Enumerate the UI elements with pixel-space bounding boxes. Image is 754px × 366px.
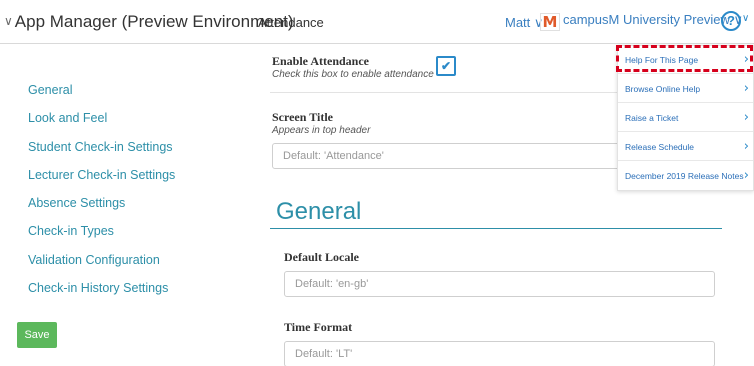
check-icon: ✔ (440, 59, 452, 73)
section-title: General (276, 198, 362, 225)
chevron-right-icon: › (743, 139, 749, 154)
page-name: Attendance (258, 15, 324, 30)
divider (270, 92, 618, 93)
environment-name: campusM University Preview (563, 12, 730, 27)
sidebar-item-look-and-feel[interactable]: Look and Feel (28, 111, 107, 125)
sidebar-item-lecturer-check-in[interactable]: Lecturer Check-in Settings (28, 168, 175, 182)
enable-attendance-checkbox[interactable]: ✔ (436, 56, 456, 76)
chevron-right-icon: › (743, 110, 749, 125)
app-title: App Manager (Preview Environment) (14, 12, 294, 31)
default-locale-label: Default Locale (284, 250, 359, 264)
campusm-logo-icon: M (540, 13, 560, 31)
help-item-release-schedule[interactable]: Release Schedule › (618, 133, 753, 161)
user-menu[interactable]: Matt ∨ (505, 15, 543, 31)
enable-attendance-hint: Check this box to enable attendance (272, 69, 434, 80)
help-item-raise-a-ticket[interactable]: Raise a Ticket › (618, 104, 753, 132)
default-locale-input[interactable]: Default: 'en-gb' (284, 271, 715, 297)
sidebar-item-validation-configuration[interactable]: Validation Configuration (28, 253, 160, 267)
chevron-right-icon: › (743, 52, 749, 67)
save-button[interactable]: Save (17, 322, 57, 348)
sidebar-item-student-check-in[interactable]: Student Check-in Settings (28, 140, 173, 154)
help-item-label: Release Schedule (625, 142, 694, 152)
top-bar: ∨ App Manager (Preview Environment) Atten… (0, 0, 754, 44)
sidebar-item-general[interactable]: General (28, 83, 72, 97)
help-item-release-notes[interactable]: December 2019 Release Notes › (618, 162, 753, 190)
chevron-down-icon: ∨ (742, 13, 750, 24)
help-item-label: December 2019 Release Notes (625, 171, 744, 181)
screen-title-hint: Appears in top header (272, 125, 371, 136)
app-switcher[interactable]: ∨ App Manager (Preview Environment) (4, 12, 294, 32)
help-item-browse-online-help[interactable]: Browse Online Help › (618, 75, 753, 103)
help-button[interactable]: ? ∨ (721, 11, 749, 31)
environment-menu[interactable]: McampusM University Preview ∨ (540, 12, 743, 31)
screen-title-label: Screen Title (272, 110, 333, 124)
sidebar-item-check-in-types[interactable]: Check-in Types (28, 224, 114, 238)
sidebar-item-check-in-history[interactable]: Check-in History Settings (28, 281, 168, 295)
chevron-right-icon: › (743, 81, 749, 96)
sidebar: General Look and Feel Student Check-in S… (0, 45, 258, 366)
help-dropdown: Help For This Page › Browse Online Help … (617, 45, 754, 191)
user-name: Matt (505, 15, 531, 30)
chevron-right-icon: › (743, 168, 749, 183)
help-item-label: Browse Online Help (625, 84, 701, 94)
help-circle-icon: ? (721, 11, 741, 31)
chevron-down-icon: ∨ (4, 14, 13, 28)
enable-attendance-label: Enable Attendance (272, 54, 370, 68)
help-item-help-for-this-page[interactable]: Help For This Page › (618, 46, 753, 74)
section-divider (270, 228, 722, 229)
help-item-label: Raise a Ticket (625, 113, 679, 123)
help-item-label: Help For This Page (625, 55, 699, 65)
time-format-input[interactable]: Default: 'LT' (284, 341, 715, 366)
sidebar-item-absence-settings[interactable]: Absence Settings (28, 196, 125, 210)
time-format-label: Time Format (284, 320, 353, 334)
